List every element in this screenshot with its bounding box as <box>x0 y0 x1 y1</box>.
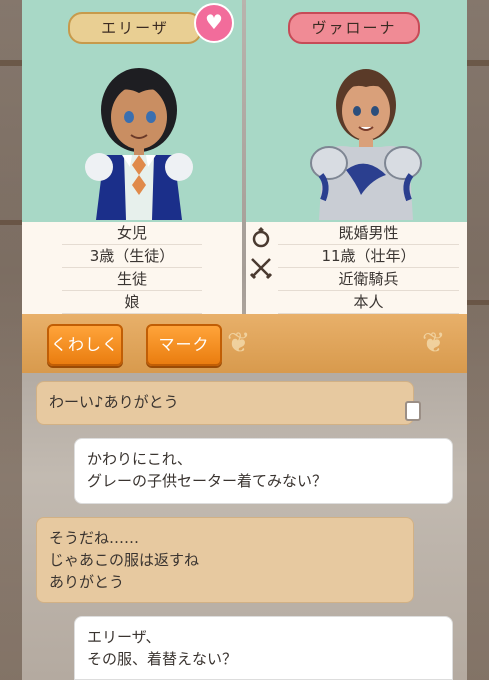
girl-character <box>85 68 193 220</box>
action-toolbar: ❦ ❦ くわしく マーク <box>22 314 467 373</box>
ring-icon <box>248 226 274 253</box>
details-button[interactable]: くわしく <box>47 324 123 366</box>
left-info-job: 生徒 <box>62 268 202 291</box>
left-info-age: 3歳（生徒） <box>62 245 202 268</box>
copy-icon[interactable] <box>405 401 421 421</box>
knight-character <box>310 69 422 220</box>
chat-message-mine: かわりにこれ、 グレーの子供セーター着てみない？ <box>74 438 453 504</box>
chat-message-mine: エリーザ、 その服、着替えない？ <box>74 616 453 680</box>
mark-button[interactable]: マーク <box>146 324 222 366</box>
character-panel: エリーザ ♥ ヴァローナ 女児 3歳（生徒） 生徒 娘 既婚男性 11歳（壮年）… <box>22 0 467 373</box>
right-info-relation: 本人 <box>278 291 459 314</box>
ornament-icon: ❦ <box>422 326 446 359</box>
crossed-swords-icon <box>248 256 274 285</box>
right-info-gender: 既婚男性 <box>278 222 459 245</box>
right-info-age: 11歳（壮年） <box>278 245 459 268</box>
ornament-icon: ❦ <box>227 326 251 359</box>
right-character-info: 既婚男性 11歳（壮年） 近衛騎兵 本人 <box>246 222 467 314</box>
chat-message-theirs: わーい♪ありがとう <box>36 381 414 425</box>
left-info-relation: 娘 <box>62 291 202 314</box>
chat-message-theirs: そうだね…… じゃあこの服は返すね ありがとう <box>36 517 414 603</box>
left-info-gender: 女児 <box>62 222 202 245</box>
right-character-name: ヴァローナ <box>288 12 420 44</box>
right-info-job: 近衛騎兵 <box>278 268 459 291</box>
left-character-name: エリーザ <box>68 12 202 44</box>
heart-icon[interactable]: ♥ <box>194 3 234 43</box>
left-character-info: 女児 3歳（生徒） 生徒 娘 <box>22 222 242 314</box>
